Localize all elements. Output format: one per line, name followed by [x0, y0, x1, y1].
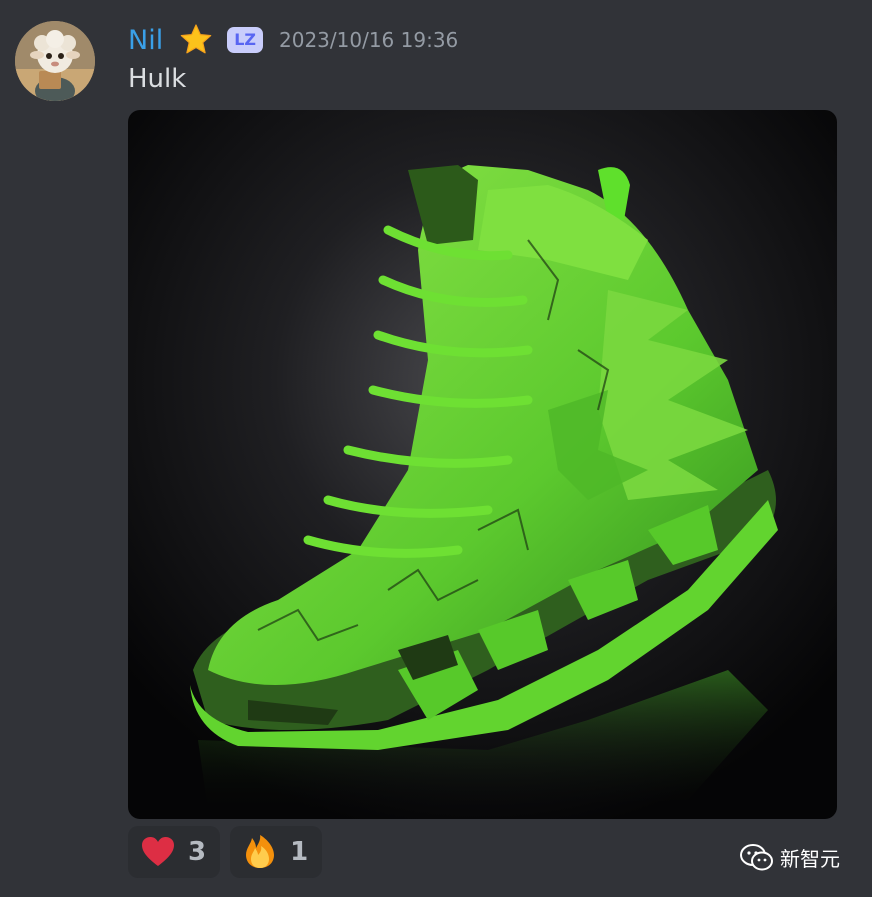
red-heart-icon [142, 837, 174, 866]
reaction-bar: 3 1 [128, 826, 323, 878]
message-header: Nil LZ 2023/10/16 19:36 [128, 22, 458, 58]
author-name[interactable]: Nil [128, 25, 163, 56]
wechat-icon [740, 843, 773, 870]
server-tag-badge[interactable]: LZ [227, 27, 263, 53]
reaction-fire[interactable]: 1 [230, 826, 323, 878]
fire-icon [246, 835, 275, 868]
green-hulk-sneaker-image [128, 110, 837, 819]
sheep-character-icon [15, 21, 95, 101]
user-avatar[interactable] [15, 21, 95, 101]
reaction-count: 3 [188, 837, 207, 867]
message-timestamp[interactable]: 2023/10/16 19:36 [279, 28, 458, 52]
star-icon [180, 24, 212, 54]
source-watermark: 新智元 [740, 843, 840, 872]
watermark-text: 新智元 [780, 847, 840, 871]
reaction-heart[interactable]: 3 [128, 826, 221, 878]
chat-message: Nil LZ 2023/10/16 19:36 Hulk 3 1 新智元 [0, 0, 872, 897]
message-content: Hulk [128, 64, 187, 94]
reaction-count: 1 [290, 837, 309, 867]
image-attachment[interactable] [128, 110, 837, 819]
